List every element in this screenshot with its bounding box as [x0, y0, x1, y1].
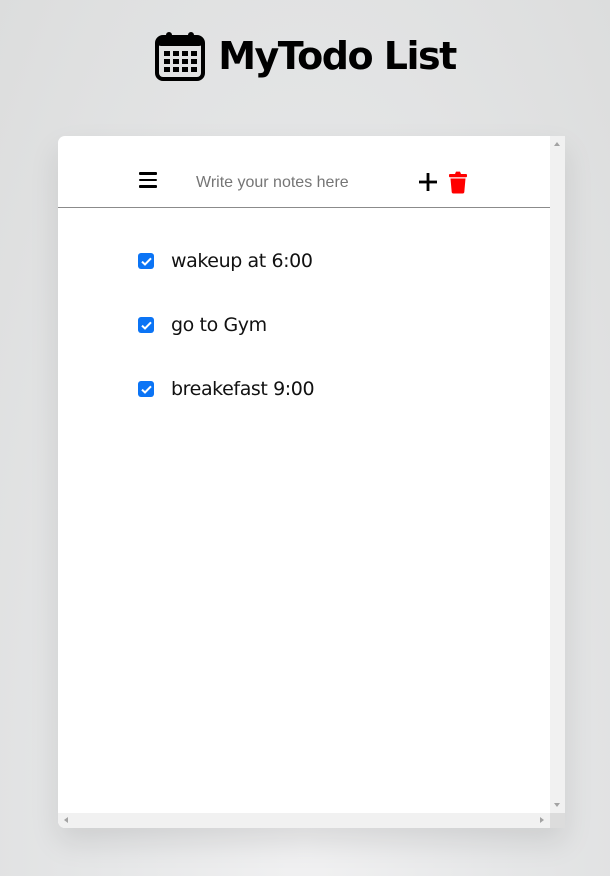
checkmark-icon — [140, 321, 152, 330]
todo-text: breakefast 9:00 — [171, 378, 315, 400]
toolbar — [58, 136, 550, 208]
todo-item: breakefast 9:00 — [138, 376, 315, 402]
horizontal-scrollbar[interactable] — [58, 813, 550, 828]
app-header: MyTodo List — [0, 28, 610, 84]
scroll-up-arrow-icon[interactable] — [554, 142, 560, 146]
vertical-scrollbar[interactable] — [550, 136, 565, 813]
todo-list: wakeup at 6:00 go to Gym breakefast 9:00 — [138, 248, 315, 440]
plus-icon[interactable] — [418, 172, 438, 192]
hamburger-menu-icon[interactable] — [138, 172, 158, 188]
note-input[interactable] — [184, 172, 386, 194]
todo-checkbox[interactable] — [138, 253, 154, 269]
todo-text: wakeup at 6:00 — [171, 250, 313, 272]
scroll-left-arrow-icon[interactable] — [64, 817, 68, 823]
scrollbar-corner — [550, 813, 565, 828]
todo-card[interactable]: wakeup at 6:00 go to Gym breakefast 9:00 — [58, 136, 565, 828]
calendar-icon — [155, 32, 206, 81]
todo-checkbox[interactable] — [138, 381, 154, 397]
todo-text: go to Gym — [171, 314, 267, 336]
scroll-right-arrow-icon[interactable] — [540, 817, 544, 823]
todo-checkbox[interactable] — [138, 317, 154, 333]
todo-item: wakeup at 6:00 — [138, 248, 314, 274]
todo-item: go to Gym — [138, 312, 314, 338]
checkmark-icon — [140, 257, 152, 266]
checkmark-icon — [140, 385, 152, 394]
scroll-down-arrow-icon[interactable] — [554, 803, 560, 807]
trash-icon[interactable] — [448, 171, 468, 194]
app-title: MyTodo List — [218, 34, 457, 78]
